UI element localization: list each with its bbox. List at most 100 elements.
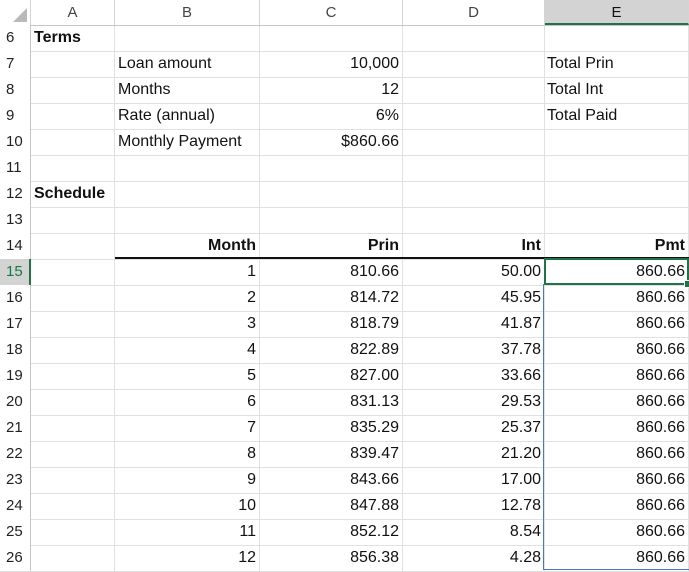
active-cell-outline (544, 258, 689, 285)
gridline (0, 155, 689, 156)
column-header-d[interactable]: D (403, 0, 545, 25)
schedule-month-cell[interactable]: 3 (115, 311, 260, 337)
schedule-prin-cell[interactable]: 839.47 (260, 441, 403, 467)
row-header-18[interactable]: 18 (0, 337, 31, 363)
schedule-prin-cell[interactable]: 814.72 (260, 285, 403, 311)
row-header-17[interactable]: 17 (0, 311, 31, 337)
schedule-int-cell[interactable]: 37.78 (403, 337, 545, 363)
header-prin[interactable]: Prin (260, 233, 403, 259)
schedule-int-cell[interactable]: 4.28 (403, 545, 545, 571)
column-header-c[interactable]: C (260, 0, 403, 25)
schedule-month-cell[interactable]: 10 (115, 493, 260, 519)
schedule-int-cell[interactable]: 33.66 (403, 363, 545, 389)
row-header-12[interactable]: 12 (0, 181, 31, 207)
row-header-23[interactable]: 23 (0, 467, 31, 493)
schedule-month-cell[interactable]: 9 (115, 467, 260, 493)
schedule-month-cell[interactable]: 4 (115, 337, 260, 363)
header-pmt[interactable]: Pmt (545, 233, 689, 259)
row-header-22[interactable]: 22 (0, 441, 31, 467)
schedule-pmt-cell[interactable]: 860.66 (545, 337, 689, 363)
row-header-9[interactable]: 9 (0, 103, 31, 129)
rate-value[interactable]: 6% (260, 103, 403, 129)
row-header-21[interactable]: 21 (0, 415, 31, 441)
schedule-int-cell[interactable]: 45.95 (403, 285, 545, 311)
months-value[interactable]: 12 (260, 77, 403, 103)
schedule-pmt-cell[interactable]: 860.66 (545, 311, 689, 337)
schedule-prin-cell[interactable]: 827.00 (260, 363, 403, 389)
column-header-bar: A B C D E (0, 0, 689, 26)
schedule-prin-cell[interactable]: 847.88 (260, 493, 403, 519)
schedule-month-cell[interactable]: 6 (115, 389, 260, 415)
gridline (0, 207, 689, 208)
total-int-label[interactable]: Total Int (544, 77, 689, 103)
rate-label[interactable]: Rate (annual) (115, 103, 260, 129)
schedule-month-cell[interactable]: 1 (115, 259, 260, 285)
schedule-pmt-cell[interactable]: 860.66 (545, 467, 689, 493)
row-header-8[interactable]: 8 (0, 77, 31, 103)
schedule-month-cell[interactable]: 12 (115, 545, 260, 571)
schedule-prin-cell[interactable]: 852.12 (260, 519, 403, 545)
total-paid-label[interactable]: Total Paid (544, 103, 689, 129)
schedule-pmt-cell[interactable]: 860.66 (545, 519, 689, 545)
row-header-13[interactable]: 13 (0, 207, 31, 233)
row-header-10[interactable]: 10 (0, 129, 31, 155)
column-header-b[interactable]: B (115, 0, 260, 25)
schedule-int-cell[interactable]: 29.53 (403, 389, 545, 415)
monthly-payment-value[interactable]: $860.66 (260, 129, 403, 155)
schedule-prin-cell[interactable]: 843.66 (260, 467, 403, 493)
schedule-pmt-cell[interactable]: 860.66 (545, 363, 689, 389)
schedule-month-cell[interactable]: 8 (115, 441, 260, 467)
schedule-month-cell[interactable]: 11 (115, 519, 260, 545)
schedule-prin-cell[interactable]: 856.38 (260, 545, 403, 571)
schedule-prin-cell[interactable]: 822.89 (260, 337, 403, 363)
schedule-pmt-cell[interactable]: 860.66 (545, 285, 689, 311)
schedule-int-cell[interactable]: 8.54 (403, 519, 545, 545)
row-header-19[interactable]: 19 (0, 363, 31, 389)
schedule-int-cell[interactable]: 21.20 (403, 441, 545, 467)
row-header-16[interactable]: 16 (0, 285, 31, 311)
loan-amount-value[interactable]: 10,000 (260, 51, 403, 77)
row-header-20[interactable]: 20 (0, 389, 31, 415)
schedule-month-cell[interactable]: 2 (115, 285, 260, 311)
schedule-int-cell[interactable]: 41.87 (403, 311, 545, 337)
schedule-int-cell[interactable]: 50.00 (403, 259, 545, 285)
schedule-pmt-cell[interactable]: 860.66 (545, 389, 689, 415)
months-label[interactable]: Months (115, 77, 260, 103)
header-int[interactable]: Int (403, 233, 545, 259)
row-header-15[interactable]: 15 (0, 259, 31, 285)
spreadsheet-grid[interactable]: A B C D E 6 7 8 9 10 11 12 13 14 15 16 17 18 19 20 21 22… (0, 0, 689, 572)
schedule-int-cell[interactable]: 25.37 (403, 415, 545, 441)
schedule-month-cell[interactable]: 5 (115, 363, 260, 389)
schedule-pmt-cell[interactable]: 860.66 (545, 493, 689, 519)
header-month[interactable]: Month (115, 233, 260, 259)
schedule-int-cell[interactable]: 17.00 (403, 467, 545, 493)
schedule-pmt-cell[interactable]: 860.66 (545, 545, 689, 571)
row-header-26[interactable]: 26 (0, 545, 31, 571)
schedule-title[interactable]: Schedule (31, 181, 115, 207)
loan-amount-label[interactable]: Loan amount (115, 51, 260, 77)
select-all-button[interactable] (0, 0, 31, 25)
range-border (543, 569, 689, 570)
schedule-prin-cell[interactable]: 835.29 (260, 415, 403, 441)
schedule-prin-cell[interactable]: 818.79 (260, 311, 403, 337)
row-header-6[interactable]: 6 (0, 25, 31, 51)
column-header-e[interactable]: E (545, 0, 689, 25)
range-border (543, 284, 544, 570)
row-header-25[interactable]: 25 (0, 519, 31, 545)
select-all-triangle-icon (13, 8, 27, 22)
row-header-24[interactable]: 24 (0, 493, 31, 519)
monthly-payment-label[interactable]: Monthly Payment (115, 129, 260, 155)
terms-title[interactable]: Terms (31, 25, 115, 51)
fill-handle[interactable] (684, 280, 689, 288)
schedule-pmt-cell[interactable]: 860.66 (545, 415, 689, 441)
schedule-prin-cell[interactable]: 831.13 (260, 389, 403, 415)
schedule-pmt-cell[interactable]: 860.66 (545, 441, 689, 467)
schedule-int-cell[interactable]: 12.78 (403, 493, 545, 519)
total-prin-label[interactable]: Total Prin (544, 51, 689, 77)
column-header-a[interactable]: A (31, 0, 115, 25)
row-header-14[interactable]: 14 (0, 233, 31, 259)
schedule-prin-cell[interactable]: 810.66 (260, 259, 403, 285)
schedule-month-cell[interactable]: 7 (115, 415, 260, 441)
row-header-7[interactable]: 7 (0, 51, 31, 77)
row-header-11[interactable]: 11 (0, 155, 31, 181)
